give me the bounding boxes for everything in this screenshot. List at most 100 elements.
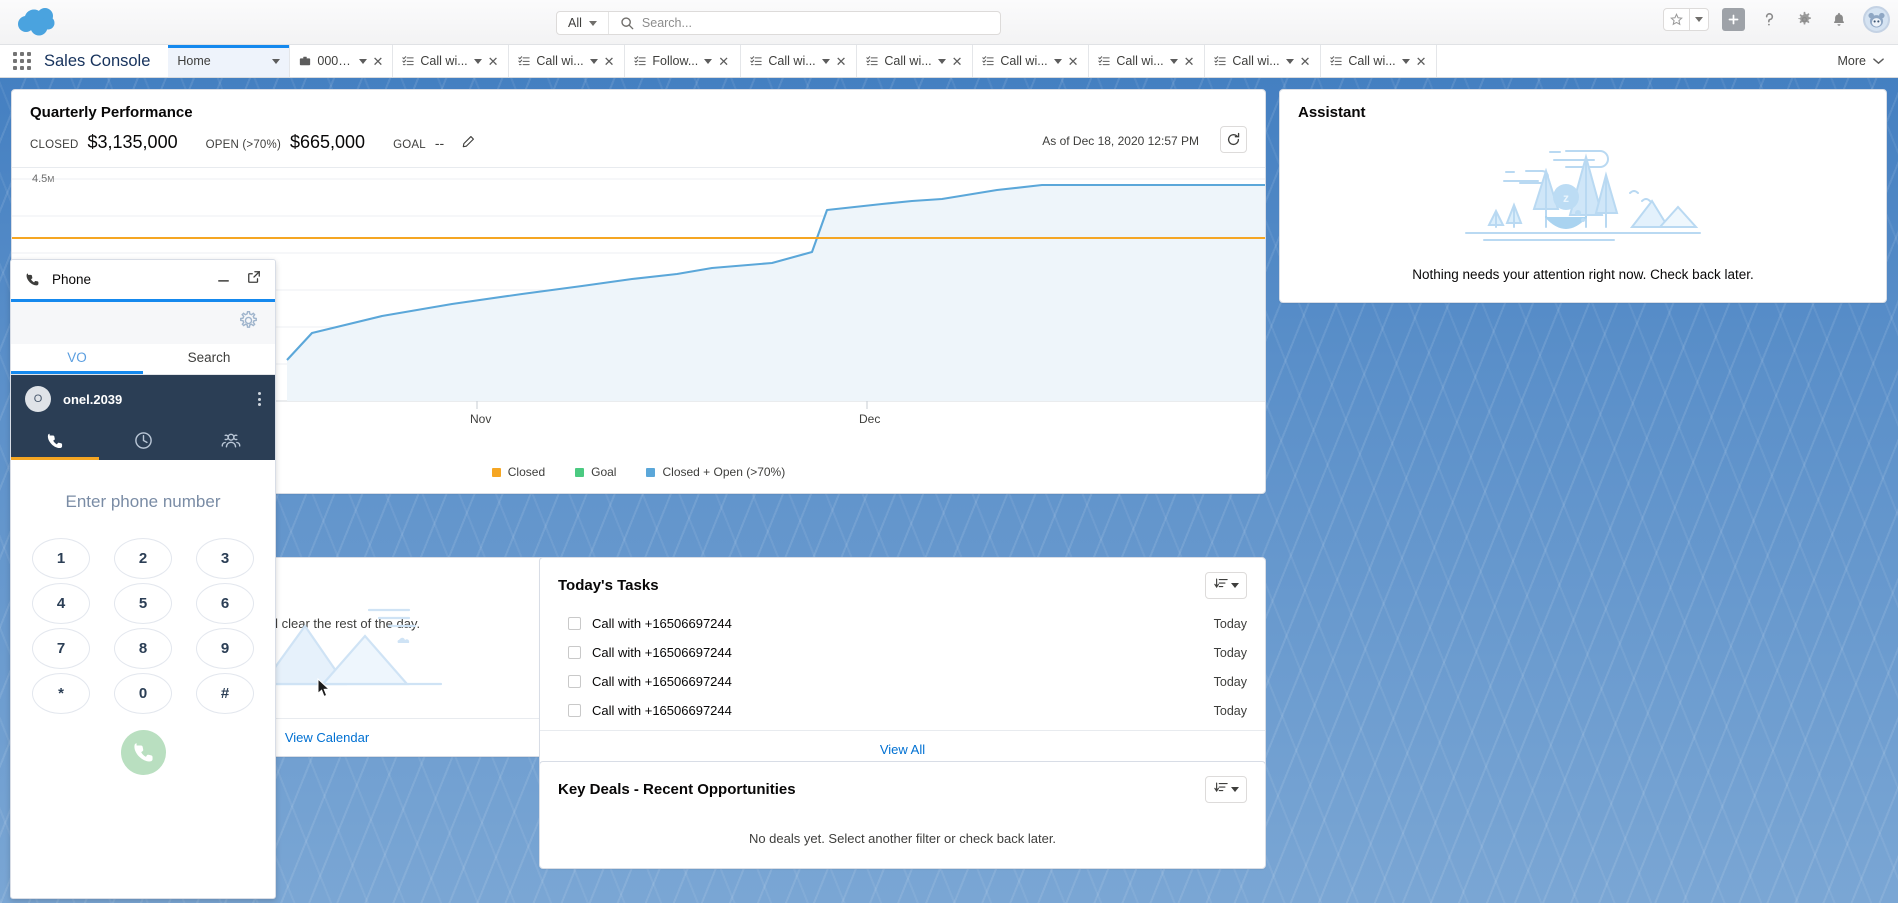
- softphone-mode-tabs: [11, 423, 275, 460]
- pop-out-icon[interactable]: [247, 270, 261, 289]
- search-input[interactable]: [641, 16, 1000, 30]
- refresh-button[interactable]: [1220, 126, 1247, 153]
- chevron-down-icon[interactable]: [272, 58, 281, 64]
- close-icon[interactable]: ✕: [836, 55, 847, 68]
- minimize-icon[interactable]: [216, 271, 231, 289]
- task-checkbox[interactable]: [568, 675, 581, 688]
- tab-label: Call wi...: [1348, 54, 1396, 68]
- task-row[interactable]: Call with +16506697244 Today: [540, 609, 1265, 638]
- dial-key-1[interactable]: 1: [32, 538, 90, 579]
- close-icon[interactable]: ✕: [1416, 55, 1427, 68]
- task-row[interactable]: Call with +16506697244 Today: [540, 696, 1265, 730]
- kebab-menu-icon[interactable]: [258, 392, 261, 406]
- y-tick-value: 4.5: [32, 173, 48, 185]
- salesforce-cloud-logo[interactable]: [14, 2, 70, 42]
- close-icon[interactable]: ✕: [373, 55, 384, 68]
- close-icon[interactable]: ✕: [604, 55, 615, 68]
- dial-key-4[interactable]: 4: [32, 583, 90, 624]
- history-tab[interactable]: [99, 423, 187, 460]
- metric-open: OPEN (>70%) $665,000: [206, 132, 365, 153]
- tab-call-6[interactable]: Call wi... ✕: [857, 45, 974, 77]
- tab-call-5[interactable]: Call wi... ✕: [741, 45, 858, 77]
- legend-item-goal[interactable]: Goal: [575, 465, 616, 479]
- chevron-down-icon[interactable]: [1169, 58, 1178, 64]
- dial-key-9[interactable]: 9: [196, 628, 254, 669]
- dial-key-8[interactable]: 8: [114, 628, 172, 669]
- dial-key-hash[interactable]: #: [196, 673, 254, 714]
- task-icon: [750, 55, 763, 67]
- question-mark-icon[interactable]: [1758, 9, 1780, 31]
- tasks-sort-button[interactable]: [1205, 572, 1247, 599]
- close-icon[interactable]: ✕: [1184, 55, 1195, 68]
- legend-swatch: [575, 467, 585, 477]
- tab-call-9[interactable]: Call wi... ✕: [1205, 45, 1322, 77]
- bell-icon[interactable]: [1828, 9, 1850, 31]
- chevron-down-icon[interactable]: [1401, 58, 1410, 64]
- tab-call-3[interactable]: Call wi... ✕: [509, 45, 626, 77]
- dial-key-3[interactable]: 3: [196, 538, 254, 579]
- chevron-down-icon[interactable]: [1285, 58, 1294, 64]
- tab-call-2[interactable]: Call wi... ✕: [393, 45, 510, 77]
- task-checkbox[interactable]: [568, 646, 581, 659]
- dial-key-7[interactable]: 7: [32, 628, 90, 669]
- gear-icon[interactable]: [238, 310, 259, 336]
- chevron-down-icon[interactable]: [589, 58, 598, 64]
- pencil-icon[interactable]: [462, 135, 475, 148]
- contacts-tab[interactable]: [187, 423, 275, 460]
- phone-number-input[interactable]: Enter phone number: [11, 480, 275, 538]
- chevron-down-icon[interactable]: [358, 58, 367, 64]
- task-row[interactable]: Call with +16506697244 Today: [540, 667, 1265, 696]
- tab-call-7[interactable]: Call wi... ✕: [973, 45, 1090, 77]
- dial-key-star[interactable]: *: [32, 673, 90, 714]
- tab-follow-up[interactable]: Follow... ✕: [625, 45, 742, 77]
- tab-home[interactable]: Home: [168, 45, 291, 77]
- more-tabs-button[interactable]: More: [1824, 45, 1898, 77]
- call-button[interactable]: [120, 730, 166, 775]
- chevron-down-icon[interactable]: [821, 58, 830, 64]
- legend-item-closed[interactable]: Closed: [491, 465, 545, 479]
- global-search-box[interactable]: All: [556, 11, 1001, 35]
- dial-key-5[interactable]: 5: [114, 583, 172, 624]
- chevron-down-icon[interactable]: [1689, 9, 1708, 30]
- softphone-username: onel.2039: [63, 391, 123, 407]
- metric-value: $3,135,000: [87, 132, 178, 152]
- dial-key-6[interactable]: 6: [196, 583, 254, 624]
- chevron-down-icon[interactable]: [937, 58, 946, 64]
- app-launcher-icon[interactable]: [0, 45, 44, 77]
- dial-key-2[interactable]: 2: [114, 538, 172, 579]
- chevron-down-icon[interactable]: [473, 58, 482, 64]
- tab-search[interactable]: Search: [143, 344, 275, 374]
- favorites-control[interactable]: [1663, 8, 1709, 31]
- chevron-down-icon[interactable]: [1053, 58, 1062, 64]
- tab-call-8[interactable]: Call wi... ✕: [1089, 45, 1206, 77]
- close-icon[interactable]: ✕: [1068, 55, 1079, 68]
- close-icon[interactable]: ✕: [718, 55, 729, 68]
- key-deals-sort-button[interactable]: [1205, 776, 1247, 803]
- console-tab-bar: Sales Console Home 00001... ✕: [0, 45, 1898, 78]
- task-row[interactable]: Call with +16506697244 Today: [540, 638, 1265, 667]
- legend-item-closed-open[interactable]: Closed + Open (>70%): [646, 465, 785, 479]
- search-scope-selector[interactable]: All: [557, 12, 609, 34]
- star-icon[interactable]: [1664, 9, 1689, 30]
- task-checkbox[interactable]: [568, 617, 581, 630]
- tab-vo[interactable]: VO: [11, 344, 143, 374]
- close-icon[interactable]: ✕: [1300, 55, 1311, 68]
- plus-icon[interactable]: [1722, 8, 1745, 31]
- avatar[interactable]: [1863, 6, 1890, 33]
- more-tabs-label: More: [1837, 54, 1866, 68]
- task-checkbox[interactable]: [568, 704, 581, 717]
- tab-call-10[interactable]: Call wi... ✕: [1321, 45, 1438, 77]
- close-icon[interactable]: ✕: [952, 55, 963, 68]
- gear-icon[interactable]: [1793, 9, 1815, 31]
- dial-key-0[interactable]: 0: [114, 673, 172, 714]
- close-icon[interactable]: ✕: [488, 55, 499, 68]
- x-axis-tick-dec: Dec: [859, 412, 881, 426]
- assistant-card: Assistant z Nothing needs your attention…: [1279, 89, 1887, 303]
- task-due: Today: [1213, 616, 1247, 631]
- chevron-down-icon[interactable]: [704, 58, 713, 64]
- task-due: Today: [1213, 645, 1247, 660]
- tab-opportunity-00001[interactable]: 00001... ✕: [290, 45, 394, 77]
- task-label: Call with +16506697244: [592, 703, 732, 718]
- dialpad-tab[interactable]: [11, 423, 99, 460]
- softphone-user-bar: O onel.2039: [11, 375, 275, 460]
